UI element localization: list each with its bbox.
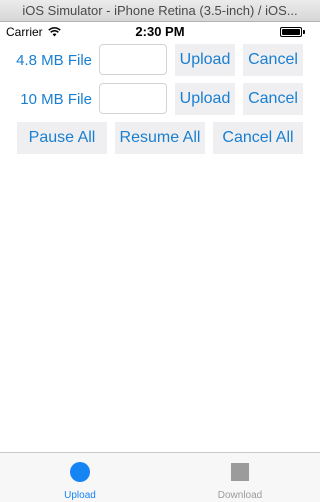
tab-download[interactable]: Download	[160, 453, 320, 502]
cancel-button-10mb[interactable]: Cancel	[243, 83, 303, 115]
circle-icon	[70, 462, 90, 482]
progress-field-10mb[interactable]	[99, 83, 167, 114]
tab-download-label: Download	[217, 490, 263, 501]
tab-upload-label: Upload	[64, 490, 96, 501]
progress-field-4-8mb[interactable]	[99, 44, 167, 75]
upload-button-4-8mb[interactable]: Upload	[175, 44, 235, 76]
status-time: 2:30 PM	[135, 24, 185, 39]
simulator-window-title: iOS Simulator - iPhone Retina (3.5-inch)…	[0, 0, 320, 22]
file-label-10mb: 10 MB File	[20, 91, 92, 108]
battery-icon	[280, 27, 305, 37]
file-label-4-8mb: 4.8 MB File	[16, 52, 92, 69]
cancel-button-4-8mb[interactable]: Cancel	[243, 44, 303, 76]
tab-bar: Upload Download	[0, 452, 320, 502]
upload-button-10mb[interactable]: Upload	[175, 83, 235, 115]
tab-upload[interactable]: Upload	[0, 453, 160, 502]
square-icon	[231, 463, 249, 481]
resume-all-button[interactable]: Resume All	[115, 122, 205, 154]
status-bar: Carrier 2:30 PM	[0, 22, 320, 42]
pause-all-button[interactable]: Pause All	[17, 122, 107, 154]
cancel-all-button[interactable]: Cancel All	[213, 122, 303, 154]
